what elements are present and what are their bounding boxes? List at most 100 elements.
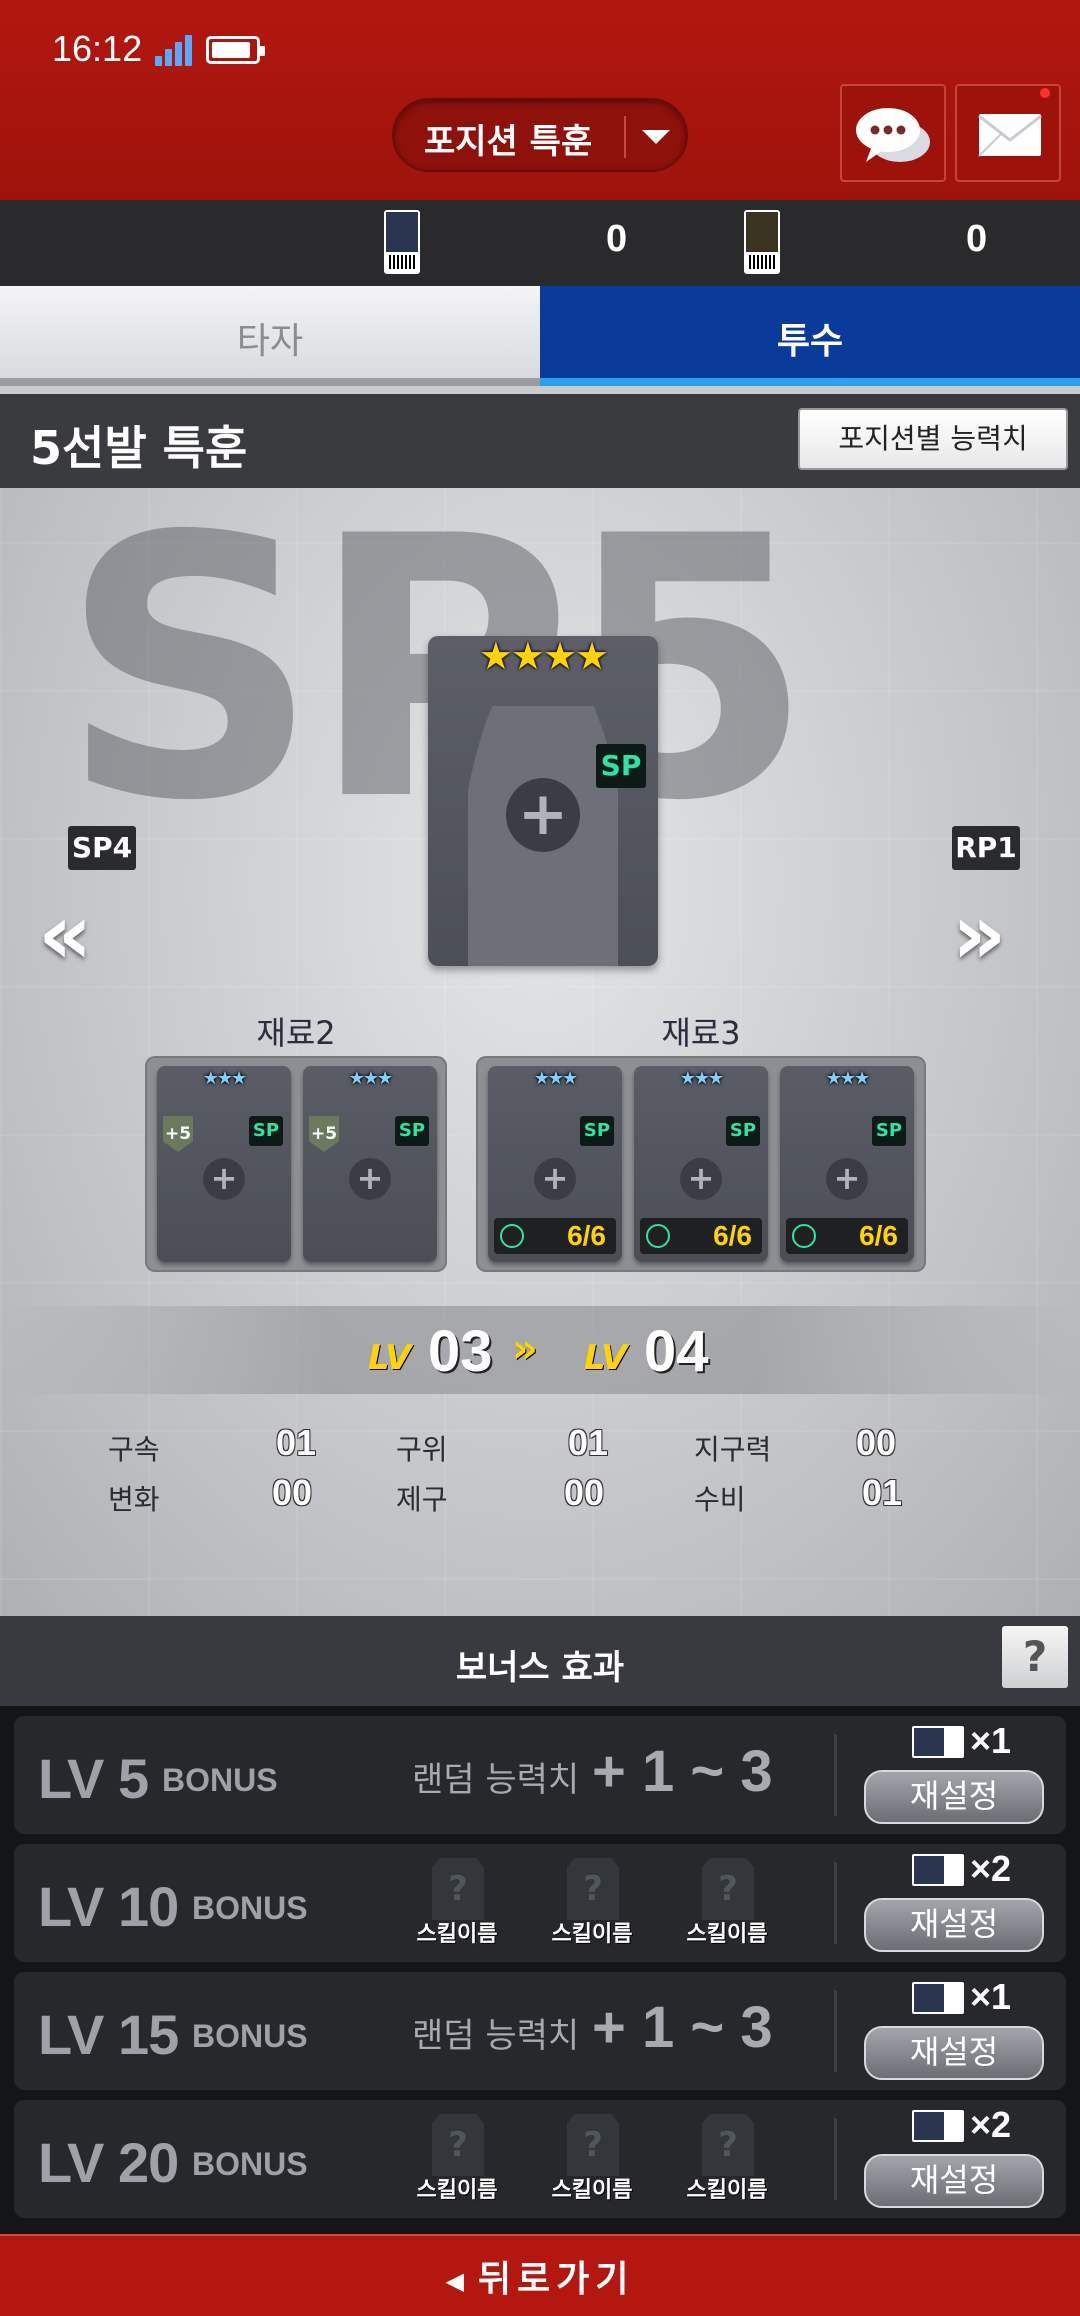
- skill-name: 스킬이름: [686, 2178, 768, 2203]
- skill-slot[interactable]: ? 스킬이름: [537, 2110, 647, 2210]
- help-button[interactable]: ?: [1002, 1626, 1068, 1688]
- skill-slot[interactable]: ? 스킬이름: [402, 1854, 512, 1954]
- tab-batter[interactable]: 타자: [0, 286, 540, 386]
- material-slot[interactable]: ★★★ SP + 6/6: [780, 1066, 914, 1262]
- lv-tag: LV: [584, 1338, 628, 1378]
- bonus-level: LV 20: [38, 2131, 179, 2194]
- skill-slot[interactable]: ? 스킬이름: [537, 1854, 647, 1954]
- dumbbell-icon: [500, 1224, 524, 1248]
- skill-slot[interactable]: ? 스킬이름: [672, 2110, 782, 2210]
- stat-value: 01: [862, 1472, 903, 1513]
- resource-bar: [0, 200, 1080, 286]
- star-rating: ★★★: [202, 1068, 247, 1089]
- skill-name: 스킬이름: [416, 1922, 498, 1947]
- chat-button[interactable]: [840, 84, 946, 182]
- skill-name: 스킬이름: [551, 1922, 633, 1947]
- envelope-icon: [978, 114, 1042, 157]
- reset-button[interactable]: 재설정: [864, 2154, 1044, 2208]
- reset-ticket-icon: [912, 1854, 964, 1886]
- material-slot[interactable]: ★★★ SP + 6/6: [634, 1066, 768, 1262]
- unknown-skill-icon: ?: [567, 2114, 619, 2176]
- back-button[interactable]: ◀ 뒤로가기: [0, 2250, 1080, 2302]
- stat-name: 구위: [396, 1433, 448, 1466]
- skill-slot[interactable]: ? 스킬이름: [402, 2110, 512, 2210]
- unknown-skill-icon: ?: [702, 2114, 754, 2176]
- reset-ticket-icon: [912, 1726, 964, 1758]
- resource-count: 0: [966, 218, 988, 260]
- chevron-down-icon: [642, 130, 670, 144]
- stat-name: 변화: [108, 1483, 160, 1516]
- material-slot[interactable]: ★★★ SP + 6/6: [488, 1066, 622, 1262]
- bonus-row: LV 5 BONUS 랜덤 능력치 + 1 ~ 3 ×1 재설정: [14, 1716, 1066, 1834]
- main-player-slot[interactable]: ★★★★ SP +: [428, 634, 658, 966]
- stat-name: 구속: [108, 1433, 160, 1466]
- material3-group: ★★★ SP + 6/6 ★★★ SP + 6/6 ★★★ SP + 6/6: [476, 1056, 926, 1272]
- ability-reset-ticket-icon: [744, 210, 780, 274]
- skill-name: 스킬이름: [551, 2178, 633, 2203]
- bonus-word: BONUS: [192, 1890, 308, 1926]
- stat-name: 제구: [396, 1483, 448, 1516]
- next-level: 04: [644, 1319, 709, 1384]
- double-chevron-right-icon[interactable]: »: [952, 892, 1006, 976]
- bonus-level: LV 5: [38, 1747, 149, 1810]
- bonus-word: BONUS: [192, 2146, 308, 2182]
- sp-position-badge: SP: [395, 1116, 429, 1146]
- star-rating: ★★★: [679, 1068, 724, 1089]
- sp-position-badge: SP: [872, 1116, 906, 1146]
- bonus-description: 랜덤 능력치: [412, 2016, 580, 2056]
- reset-button[interactable]: 재설정: [864, 2026, 1044, 2080]
- reset-ticket-icon: [912, 2110, 964, 2142]
- back-arrow-icon: ◀: [445, 2267, 470, 2295]
- tab-pitcher[interactable]: 투수: [540, 286, 1080, 386]
- bonus-row: LV 15 BONUS 랜덤 능력치 + 1 ~ 3 ×1 재설정: [14, 1972, 1066, 2090]
- dropdown-divider: [624, 116, 626, 158]
- reset-button[interactable]: 재설정: [864, 1770, 1044, 1824]
- stat-name: 지구력: [694, 1433, 772, 1466]
- unknown-skill-icon: ?: [567, 1858, 619, 1920]
- row-divider: [834, 2118, 837, 2200]
- stat-value: 01: [276, 1422, 317, 1463]
- cost-multiplier: ×2: [970, 1848, 1012, 1889]
- add-icon: +: [680, 1158, 722, 1200]
- back-button-label: 뒤로가기: [477, 2259, 635, 2300]
- row-divider: [834, 1990, 837, 2072]
- bonus-list: LV 5 BONUS 랜덤 능력치 + 1 ~ 3 ×1 재설정 LV 10 B…: [0, 1706, 1080, 2234]
- star-rating: ★★★: [348, 1068, 393, 1089]
- chat-bubbles-icon: [856, 108, 930, 162]
- skill-slot[interactable]: ? 스킬이름: [672, 1854, 782, 1954]
- sp-position-badge: SP: [249, 1116, 283, 1146]
- unknown-skill-icon: ?: [432, 2114, 484, 2176]
- status-clock: 16:12: [52, 28, 143, 69]
- sp-position-badge: SP: [726, 1116, 760, 1146]
- cost-multiplier: ×1: [970, 1720, 1012, 1761]
- add-icon: +: [534, 1158, 576, 1200]
- battery-icon: [206, 36, 265, 64]
- material-slot[interactable]: ★★★ +5 SP +: [157, 1066, 291, 1262]
- tab-label: 타자: [236, 321, 304, 362]
- material-count-value: 6/6: [859, 1220, 898, 1251]
- tab-label: 투수: [776, 321, 844, 362]
- bonus-word: BONUS: [192, 2018, 308, 2054]
- bonus-row: LV 20 BONUS ? 스킬이름 ? 스킬이름 ? 스킬이름 ×2 재설정: [14, 2100, 1066, 2218]
- level-arrow-icon: »: [512, 1326, 538, 1372]
- prev-position-label: SP4: [68, 826, 136, 870]
- mail-button[interactable]: [955, 84, 1061, 182]
- material-count-value: 6/6: [567, 1220, 606, 1251]
- position-ability-button[interactable]: 포지션별 능력치: [798, 408, 1068, 470]
- skill-name: 스킬이름: [686, 1922, 768, 1947]
- enhance-badge: +5: [309, 1116, 339, 1152]
- unknown-skill-icon: ?: [702, 1858, 754, 1920]
- material2-label: 재료2: [256, 1014, 336, 1052]
- reset-button[interactable]: 재설정: [864, 1898, 1044, 1952]
- material-slot[interactable]: ★★★ +5 SP +: [303, 1066, 437, 1262]
- double-chevron-left-icon[interactable]: «: [38, 892, 92, 976]
- enhance-badge: +5: [163, 1116, 193, 1152]
- row-divider: [834, 1734, 837, 1816]
- position-dropdown[interactable]: 포지션 특훈: [392, 98, 688, 172]
- dumbbell-icon: [792, 1224, 816, 1248]
- signal-icon: [155, 34, 193, 66]
- current-level: 03: [428, 1319, 493, 1384]
- sp-position-badge: SP: [580, 1116, 614, 1146]
- section-title: 5선발 특훈: [30, 421, 248, 475]
- star-rating: ★★★★: [478, 634, 609, 678]
